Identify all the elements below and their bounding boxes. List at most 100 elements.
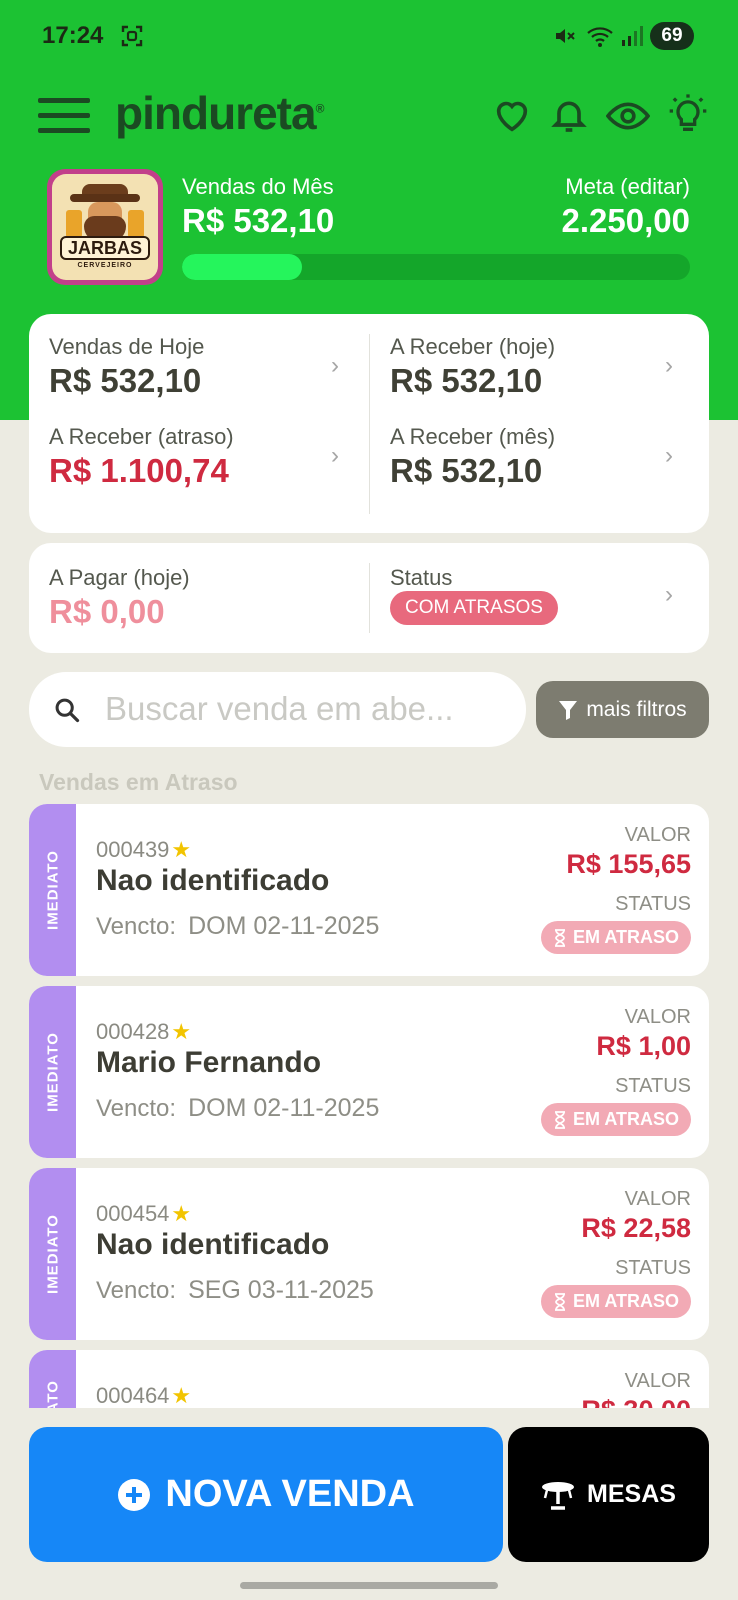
- search-field[interactable]: [29, 672, 526, 747]
- search-input[interactable]: [105, 686, 505, 732]
- battery-indicator: 69: [650, 22, 694, 50]
- sale-code: 000454★: [96, 1201, 191, 1227]
- chevron-right-icon: ›: [665, 442, 673, 469]
- today-sales-label: Vendas de Hoje: [49, 334, 205, 359]
- payables-card: A Pagar (hoje) R$ 0,00 Status COM ATRASO…: [29, 543, 709, 653]
- receive-today-tile[interactable]: A Receber (hoje) R$ 532,10 ›: [369, 314, 709, 414]
- due-value: SEG 03-11-2025: [188, 1276, 374, 1304]
- sale-code: 000464★: [96, 1383, 191, 1408]
- tables-label: MESAS: [587, 1480, 676, 1508]
- chevron-right-icon: ›: [331, 442, 339, 469]
- star-icon[interactable]: ★: [171, 1383, 191, 1408]
- due-label: Vencto:: [96, 913, 177, 940]
- overdue-badge-label: EM ATRASO: [573, 1291, 679, 1311]
- payment-type-strip: IMEDIATO: [29, 1350, 76, 1408]
- pay-today-value: R$ 0,00: [49, 593, 165, 630]
- status-header: STATUS: [615, 893, 691, 915]
- sale-item[interactable]: IMEDIATO 000428★ Mario Fernando Vencto: D…: [29, 986, 709, 1158]
- heart-icon[interactable]: [492, 96, 532, 136]
- brand-logo: pindureta®: [115, 87, 324, 139]
- status-badge: COM ATRASOS: [390, 591, 558, 625]
- goal-edit-link[interactable]: Meta (editar): [565, 174, 690, 200]
- new-sale-label: NOVA VENDA: [165, 1473, 415, 1515]
- customer-name: Mario Fernando: [96, 1046, 322, 1079]
- store-logo[interactable]: JARBAS CERVEJEIRO: [47, 169, 163, 285]
- goal-progress-fill: [182, 254, 302, 280]
- receive-late-label: A Receber (atraso): [49, 424, 234, 449]
- due-value: DOM 02-11-2025: [188, 912, 380, 940]
- today-sales-tile[interactable]: Vendas de Hoje R$ 532,10 ›: [29, 314, 369, 414]
- store-logo-text: JARBAS: [60, 236, 150, 260]
- sale-item[interactable]: IMEDIATO 000439★ Nao identificado Vencto…: [29, 804, 709, 976]
- receive-late-tile[interactable]: A Receber (atraso) R$ 1.100,74 ›: [29, 414, 369, 524]
- sale-value: R$ 22,58: [581, 1213, 691, 1243]
- sale-value: R$ 30,00: [581, 1395, 691, 1408]
- screenshot-icon: [120, 24, 144, 48]
- sale-code: 000439★: [96, 837, 191, 863]
- chevron-right-icon: ›: [665, 352, 673, 379]
- mute-icon: [552, 24, 576, 48]
- overdue-badge-label: EM ATRASO: [573, 1109, 679, 1129]
- due-label: Vencto:: [96, 1277, 177, 1304]
- payment-type-label: IMEDIATO: [44, 1214, 61, 1294]
- sale-code-text: 000464: [96, 1383, 170, 1408]
- sale-code-text: 000439: [96, 837, 170, 862]
- lightbulb-icon[interactable]: [668, 94, 708, 138]
- sale-value: R$ 155,65: [566, 849, 691, 879]
- sale-item[interactable]: IMEDIATO 000464★ VALOR R$ 30,00: [29, 1350, 709, 1408]
- due-value: DOM 02-11-2025: [188, 1094, 380, 1122]
- today-sales-value: R$ 532,10: [49, 362, 202, 399]
- sale-code-text: 000428: [96, 1019, 170, 1044]
- star-icon[interactable]: ★: [171, 837, 191, 862]
- sale-code: 000428★: [96, 1019, 191, 1045]
- hourglass-icon: [555, 1110, 565, 1129]
- sale-code-text: 000454: [96, 1201, 170, 1226]
- customer-name: Nao identificado: [96, 864, 330, 897]
- menu-icon[interactable]: [38, 96, 90, 136]
- status-tile[interactable]: Status COM ATRASOS ›: [369, 543, 709, 653]
- store-logo-subtext: CERVEJEIRO: [77, 262, 133, 269]
- eye-icon[interactable]: [605, 96, 651, 136]
- star-icon[interactable]: ★: [171, 1019, 191, 1044]
- tables-button[interactable]: MESAS: [508, 1427, 709, 1562]
- monthly-sales-label: Vendas do Mês: [182, 174, 334, 199]
- value-header: VALOR: [624, 1188, 691, 1210]
- signal-icon: [620, 24, 644, 48]
- plus-circle-icon: [118, 1478, 151, 1511]
- receive-month-tile[interactable]: A Receber (mês) R$ 532,10 ›: [369, 414, 709, 524]
- status-label: Status: [390, 565, 453, 590]
- status-header: STATUS: [615, 1257, 691, 1279]
- status-header: STATUS: [615, 1075, 691, 1097]
- due-date: Vencto: DOM 02-11-2025: [96, 912, 379, 941]
- wifi-icon: [586, 24, 616, 48]
- section-title: Vendas em Atraso: [39, 769, 238, 795]
- receive-today-label: A Receber (hoje): [390, 334, 556, 359]
- customer-name: Nao identificado: [96, 1228, 330, 1261]
- overdue-badge: EM ATRASO: [541, 1103, 691, 1136]
- search-icon: [53, 696, 81, 724]
- home-indicator[interactable]: [240, 1582, 498, 1589]
- due-date: Vencto: SEG 03-11-2025: [96, 1276, 374, 1305]
- receive-month-value: R$ 532,10: [390, 452, 543, 489]
- more-filters-button[interactable]: mais filtros: [536, 681, 709, 738]
- overdue-sales-list[interactable]: IMEDIATO 000439★ Nao identificado Vencto…: [0, 802, 738, 1408]
- hourglass-icon: [555, 1292, 565, 1311]
- pay-today-tile[interactable]: A Pagar (hoje) R$ 0,00: [29, 543, 369, 653]
- monthly-sales-value: R$ 532,10: [182, 202, 335, 239]
- sale-item[interactable]: IMEDIATO 000454★ Nao identificado Vencto…: [29, 1168, 709, 1340]
- value-header: VALOR: [624, 1006, 691, 1028]
- due-date: Vencto: DOM 02-11-2025: [96, 1094, 379, 1123]
- new-sale-button[interactable]: NOVA VENDA: [29, 1427, 503, 1562]
- goal-progress-bar: [182, 254, 690, 280]
- filter-icon: [559, 700, 578, 720]
- value-header: VALOR: [624, 824, 691, 846]
- payment-type-strip: IMEDIATO: [29, 804, 76, 976]
- summary-card: Vendas de Hoje R$ 532,10 › A Receber (ho…: [29, 314, 709, 533]
- star-icon[interactable]: ★: [171, 1201, 191, 1226]
- receive-late-value: R$ 1.100,74: [49, 452, 229, 489]
- overdue-badge: EM ATRASO: [541, 1285, 691, 1318]
- payment-type-label: IMEDIATO: [44, 1032, 61, 1112]
- bell-icon[interactable]: [549, 94, 589, 136]
- receive-today-value: R$ 532,10: [390, 362, 543, 399]
- chevron-right-icon: ›: [331, 352, 339, 379]
